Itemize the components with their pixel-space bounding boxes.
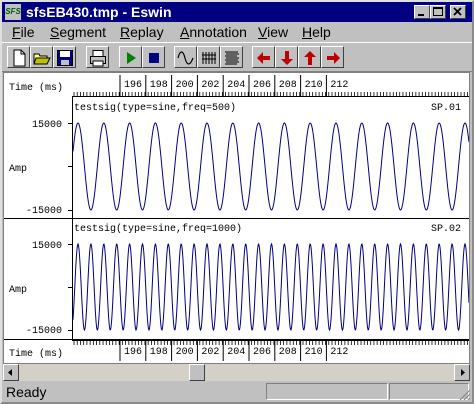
y-axis-label: Amp xyxy=(9,285,27,296)
waveform-icon xyxy=(177,51,194,65)
menu-annotation[interactable]: Annotation xyxy=(180,22,247,42)
time-tick-label: 200 xyxy=(176,80,194,91)
app-icon: SFS xyxy=(5,4,21,20)
minimize-icon xyxy=(418,14,424,16)
time-tick-label: 212 xyxy=(330,80,348,91)
arrow-down-icon xyxy=(281,51,293,65)
open-folder-icon xyxy=(33,53,51,65)
panel-id: SP.02 xyxy=(431,224,461,235)
menu-replay[interactable]: Replay xyxy=(120,22,164,42)
print-icon xyxy=(90,50,106,67)
maximize-button[interactable] xyxy=(430,5,446,19)
y-max-label: 15000 xyxy=(32,120,62,131)
move-right-button[interactable] xyxy=(321,46,344,68)
time-axis-label: Time (ms) xyxy=(9,348,63,360)
spectrum-button[interactable] xyxy=(220,46,243,68)
save-button[interactable] xyxy=(53,46,76,68)
move-up-button[interactable] xyxy=(298,46,321,68)
time-tick-label: 204 xyxy=(227,347,245,358)
stop-icon xyxy=(149,53,159,63)
close-button[interactable] xyxy=(450,5,466,19)
time-tick-label: 208 xyxy=(279,347,297,358)
play-icon xyxy=(127,52,136,64)
move-left-button[interactable] xyxy=(252,46,275,68)
y-axis-label: Amp xyxy=(9,164,27,175)
arrow-right-icon xyxy=(327,52,340,64)
panel-caption: testsig(type=sine,freq=500) xyxy=(74,102,236,114)
arrow-left-icon xyxy=(257,52,270,64)
panel-id: SP.01 xyxy=(431,103,461,114)
move-down-button[interactable] xyxy=(275,46,298,68)
time-tick-label: 206 xyxy=(253,80,271,91)
new-button[interactable] xyxy=(7,46,30,68)
chevron-left-icon xyxy=(8,369,12,376)
spectrogram-icon xyxy=(202,52,216,64)
time-tick-label: 200 xyxy=(176,347,194,358)
waveform-button[interactable] xyxy=(174,46,197,68)
waveform-trace xyxy=(72,122,469,211)
save-disk-icon xyxy=(57,50,73,66)
resize-grip-icon[interactable] xyxy=(457,387,471,401)
time-tick-label: 202 xyxy=(201,80,219,91)
horizontal-scrollbar[interactable] xyxy=(3,364,470,381)
title-bar[interactable]: SFS sfsEB430.tmp - Eswin xyxy=(2,2,472,22)
print-button[interactable] xyxy=(86,46,109,68)
time-tick-label: 206 xyxy=(253,347,271,358)
panel-sp01[interactable]: testsig(type=sine,freq=500) SP.01 15000 … xyxy=(4,97,469,219)
chevron-right-icon xyxy=(461,369,465,376)
menu-file[interactable]: File xyxy=(12,22,35,42)
time-tick-label: 198 xyxy=(150,347,168,358)
waveform-trace xyxy=(72,242,469,332)
time-tick-label: 202 xyxy=(201,347,219,358)
stop-button[interactable] xyxy=(142,46,165,68)
display-area: Time (ms) testsig(type=sine,freq=500) SP… xyxy=(3,72,470,364)
window-title: sfsEB430.tmp - Eswin xyxy=(26,4,172,20)
time-tick-label: 198 xyxy=(150,80,168,91)
menu-view[interactable]: View xyxy=(258,22,288,42)
time-tick-label: 210 xyxy=(305,80,323,91)
toolbar xyxy=(2,42,472,72)
time-tick-label: 210 xyxy=(305,347,323,358)
signal-display[interactable]: Time (ms) testsig(type=sine,freq=500) SP… xyxy=(4,73,469,363)
time-tick-label: 208 xyxy=(279,80,297,91)
y-min-label: -15000 xyxy=(26,326,62,337)
open-button[interactable] xyxy=(30,46,53,68)
time-tick-label: 204 xyxy=(227,80,245,91)
play-button[interactable] xyxy=(119,46,142,68)
y-max-label: 15000 xyxy=(32,241,62,252)
minimize-button[interactable] xyxy=(414,5,430,19)
scroll-thumb[interactable] xyxy=(189,364,205,381)
status-bar: Ready xyxy=(2,381,472,402)
status-pane xyxy=(266,383,388,400)
spectrogram-button[interactable] xyxy=(197,46,220,68)
scroll-left-button[interactable] xyxy=(3,364,19,381)
spectrum-lines-icon xyxy=(225,51,239,65)
menu-help[interactable]: Help xyxy=(302,22,331,42)
new-document-icon xyxy=(13,49,26,67)
menu-segment[interactable]: Segment xyxy=(50,22,106,42)
time-tick-label: 196 xyxy=(124,80,142,91)
panel-caption: testsig(type=sine,freq=1000) xyxy=(74,223,242,235)
scroll-right-button[interactable] xyxy=(454,364,470,381)
status-text: Ready xyxy=(6,384,47,400)
time-tick-label: 212 xyxy=(330,347,348,358)
y-min-label: -15000 xyxy=(26,206,62,217)
maximize-icon xyxy=(433,7,443,16)
panel-sp02[interactable]: testsig(type=sine,freq=1000) SP.02 15000… xyxy=(4,219,469,340)
time-tick-label: 196 xyxy=(124,347,142,358)
close-icon xyxy=(453,7,462,16)
menu-bar: File Segment Replay Annotation View Help xyxy=(2,22,472,42)
time-axis-label: Time (ms) xyxy=(9,82,63,94)
arrow-up-icon xyxy=(304,51,316,65)
